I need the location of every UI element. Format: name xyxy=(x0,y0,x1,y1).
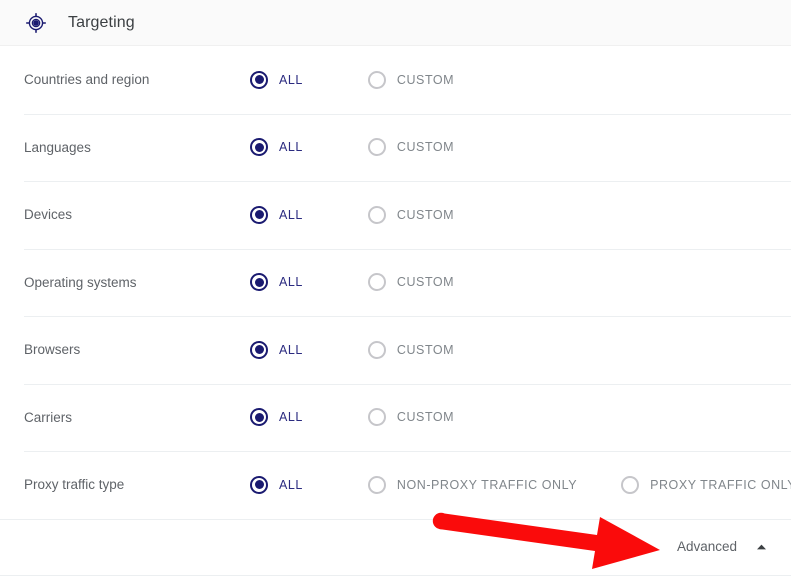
radio-group: ALL CUSTOM xyxy=(250,408,791,427)
radio-option-label: ALL xyxy=(279,477,303,492)
radio-indicator-unselected[interactable] xyxy=(621,475,640,494)
radio-option-custom[interactable]: CUSTOM xyxy=(367,273,455,292)
radio-option-label: ALL xyxy=(279,72,303,87)
radio-option-all[interactable]: ALL xyxy=(250,273,303,292)
radio-indicator-unselected[interactable] xyxy=(367,205,386,224)
radio-group: ALL CUSTOM xyxy=(250,340,791,359)
row-label: Browsers xyxy=(24,342,81,357)
radio-option-label: ALL xyxy=(279,140,303,154)
radio-option-custom[interactable]: CUSTOM xyxy=(367,205,455,224)
radio-indicator-selected[interactable] xyxy=(250,475,268,494)
targeting-row-devices: Devices ALL CUSTOM xyxy=(0,181,791,249)
radio-indicator-selected[interactable] xyxy=(250,205,268,224)
advanced-toggle-button[interactable]: Advanced xyxy=(677,540,767,554)
radio-option-label: CUSTOM xyxy=(396,72,455,87)
radio-option-custom[interactable]: CUSTOM xyxy=(367,138,455,157)
radio-indicator-unselected[interactable] xyxy=(367,408,386,427)
radio-option-label: ALL xyxy=(279,275,303,289)
targeting-row-countries-and-region: Countries and region ALL CUSTOM xyxy=(0,46,791,114)
radio-indicator-selected[interactable] xyxy=(250,408,268,427)
radio-option-custom[interactable]: CUSTOM xyxy=(367,408,455,427)
panel-header: Targeting xyxy=(0,0,791,46)
radio-group: ALL CUSTOM xyxy=(250,273,791,292)
radio-option-custom[interactable]: CUSTOM xyxy=(367,70,455,89)
radio-indicator-selected[interactable] xyxy=(250,138,268,157)
radio-option-all[interactable]: ALL xyxy=(250,475,303,494)
targeting-panel: Targeting Countries and region ALL CUSTO… xyxy=(0,0,791,588)
radio-option-label: ALL xyxy=(279,342,303,357)
location-target-icon xyxy=(24,11,48,35)
radio-option-label: ALL xyxy=(279,207,303,222)
row-label: Proxy traffic type xyxy=(24,477,125,492)
radio-indicator-unselected[interactable] xyxy=(367,273,386,292)
radio-indicator-unselected[interactable] xyxy=(367,138,386,157)
radio-indicator-selected[interactable] xyxy=(250,340,268,359)
targeting-row-languages: Languages ALL CUSTOM xyxy=(0,113,791,182)
radio-option-label: CUSTOM xyxy=(396,410,455,424)
targeting-row-carriers: Carriers ALL CUSTOM xyxy=(0,383,791,452)
radio-indicator-selected[interactable] xyxy=(250,273,268,292)
radio-option-label: ALL xyxy=(279,410,303,424)
row-label: Languages xyxy=(24,139,91,155)
radio-indicator-unselected[interactable] xyxy=(367,475,386,494)
targeting-rows: Countries and region ALL CUSTOM Language… xyxy=(0,46,791,519)
radio-option-all[interactable]: ALL xyxy=(250,138,303,157)
radio-option-label: CUSTOM xyxy=(396,140,455,154)
row-label: Countries and region xyxy=(24,72,150,87)
radio-option-label: NON-PROXY TRAFFIC ONLY xyxy=(396,477,578,492)
radio-option-label: CUSTOM xyxy=(396,207,455,222)
radio-indicator-unselected[interactable] xyxy=(367,70,386,89)
radio-option-proxy-traffic-only[interactable]: PROXY TRAFFIC ONLY xyxy=(621,475,791,494)
radio-indicator-selected[interactable] xyxy=(250,70,268,89)
row-label: Carriers xyxy=(24,409,73,425)
radio-group: ALL CUSTOM xyxy=(250,205,791,224)
chevron-up-icon[interactable] xyxy=(755,541,767,553)
row-label: Devices xyxy=(24,207,73,222)
radio-option-all[interactable]: ALL xyxy=(250,340,303,359)
row-label: Operating systems xyxy=(24,274,137,290)
radio-option-all[interactable]: ALL xyxy=(250,205,303,224)
radio-option-non-proxy-traffic-only[interactable]: NON-PROXY TRAFFIC ONLY xyxy=(367,475,578,494)
page-title: Targeting xyxy=(68,13,135,31)
radio-option-custom[interactable]: CUSTOM xyxy=(367,340,455,359)
targeting-row-browsers: Browsers ALL CUSTOM xyxy=(0,316,791,384)
radio-group: ALL CUSTOM xyxy=(250,138,791,157)
radio-group: ALL NON-PROXY TRAFFIC ONLY PROXY TRAFFIC… xyxy=(250,475,791,494)
radio-option-all[interactable]: ALL xyxy=(250,70,303,89)
panel-footer: Advanced xyxy=(0,518,791,576)
advanced-label: Advanced xyxy=(676,539,737,555)
radio-option-label: CUSTOM xyxy=(396,342,455,357)
targeting-row-proxy-traffic-type: Proxy traffic type ALL NON-PROXY TRAFFIC… xyxy=(0,451,791,519)
radio-indicator-unselected[interactable] xyxy=(367,340,386,359)
radio-option-label: PROXY TRAFFIC ONLY xyxy=(650,477,791,492)
targeting-row-operating-systems: Operating systems ALL CUSTOM xyxy=(0,248,791,317)
radio-option-all[interactable]: ALL xyxy=(250,408,303,427)
radio-option-label: CUSTOM xyxy=(396,275,455,289)
radio-group: ALL CUSTOM xyxy=(250,70,791,89)
